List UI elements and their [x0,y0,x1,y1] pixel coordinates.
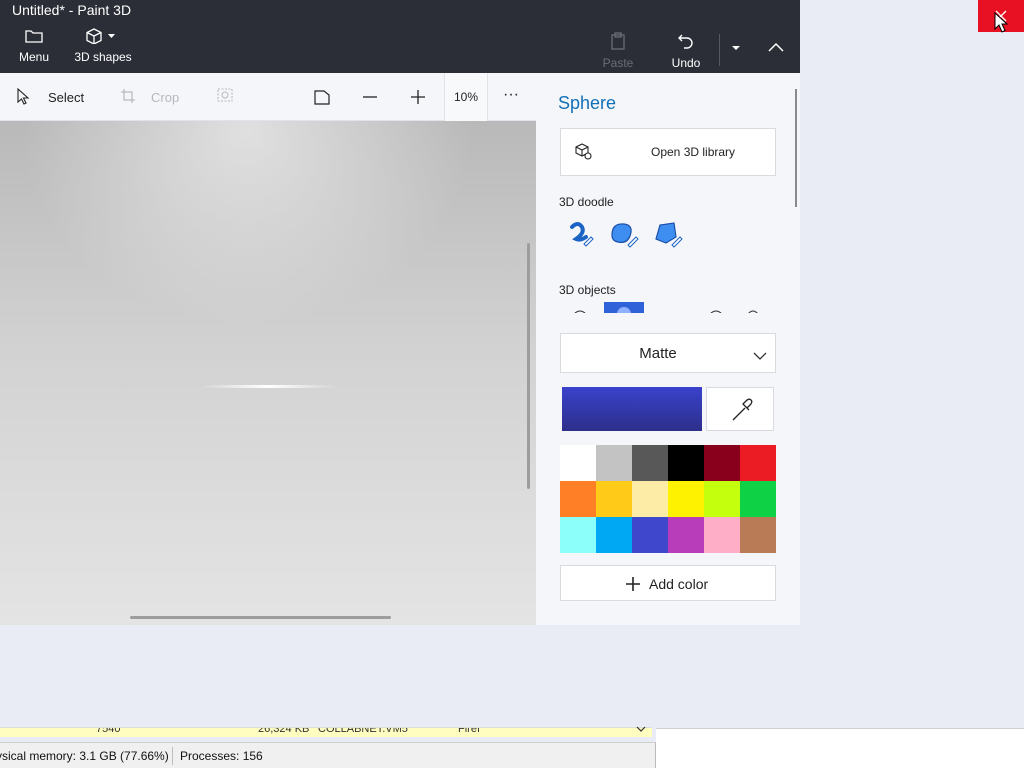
menu-button[interactable]: Menu [10,28,58,64]
panel-title: Sphere [558,93,617,113]
color-swatch[interactable] [560,481,596,517]
color-swatch[interactable] [632,517,668,553]
color-swatch[interactable] [740,445,776,481]
color-swatch[interactable] [560,517,596,553]
process-name: Firef [458,727,480,735]
chevron-down-icon [108,34,115,38]
shape-side-panel: Sphere Open 3D library 3D doodle 3D obje… [536,73,800,625]
crop-icon [120,88,136,107]
crop-button[interactable]: Crop [151,90,179,105]
color-swatch[interactable] [596,445,632,481]
view-3d-icon[interactable] [313,88,331,109]
sharp-edge-doodle-icon[interactable] [566,219,596,254]
color-swatch[interactable] [596,481,632,517]
color-swatch[interactable] [632,445,668,481]
clipboard-icon [610,32,626,53]
history-dropdown-button[interactable] [728,40,744,56]
color-swatch[interactable] [632,481,668,517]
canvas-toolbar: Select Crop 10% ··· [0,73,536,121]
magic-select-icon[interactable] [217,88,235,107]
process-user: COLLABNET.VM5 [318,727,408,735]
toolbar-divider [719,34,720,66]
3d-shapes-label: 3D shapes [74,50,132,64]
select-button[interactable]: Select [48,90,84,105]
eyedropper-button[interactable] [706,387,774,431]
folder-icon [25,30,43,47]
3d-library-icon [575,143,593,166]
mouse-cursor-icon [994,11,1009,39]
tube-doodle-icon[interactable] [652,219,684,254]
chevron-down-icon [753,348,767,366]
process-memory: 26,324 KB [258,727,310,735]
color-swatch[interactable] [740,481,776,517]
color-swatch[interactable] [596,517,632,553]
canvas-horizontal-scrollbar[interactable] [130,616,391,619]
color-swatch[interactable] [704,481,740,517]
color-swatch[interactable] [668,481,704,517]
paste-button[interactable]: Paste [598,32,638,70]
cube-icon [86,28,120,47]
scroll-down-arrow-icon[interactable] [636,726,646,737]
zoom-in-icon[interactable] [410,88,426,109]
more-options-button[interactable]: ··· [503,86,519,104]
open-3d-library-label: Open 3D library [651,145,736,159]
add-color-label: Add color [649,576,709,592]
zoom-level[interactable]: 10% [444,73,488,121]
select-arrow-icon [16,87,30,109]
chevron-down-icon [732,46,740,50]
panel-scrollbar[interactable] [795,89,797,207]
soft-edge-doodle-icon[interactable] [608,219,640,254]
finish-dropdown[interactable]: Matte [560,333,776,373]
collapse-toolbar-button[interactable] [766,40,786,56]
3d-shapes-button[interactable]: 3D shapes [70,28,136,64]
background-window [656,728,1024,768]
process-pid: 7540 [96,727,121,735]
drawing-canvas[interactable] [0,121,536,625]
3d-objects-strip[interactable] [560,301,776,313]
zoom-out-icon[interactable] [362,88,378,109]
processes-status: Processes: 156 [180,749,263,763]
color-swatch[interactable] [704,517,740,553]
color-swatch[interactable] [704,445,740,481]
canvas-vertical-scrollbar[interactable] [527,243,530,489]
status-separator [172,747,173,765]
finish-selected-value: Matte [639,345,677,362]
color-swatch[interactable] [668,517,704,553]
process-list-row[interactable]: 7540 26,324 KB COLLABNET.VM5 Firef [0,727,652,737]
undo-label: Undo [671,56,701,70]
paste-label: Paste [602,56,634,70]
undo-icon [677,34,695,53]
physical-memory-status: ysical memory: 3.1 GB (77.66%) [0,749,169,763]
chevron-up-icon [768,42,784,52]
task-manager-status-bar: ysical memory: 3.1 GB (77.66%) Processes… [0,742,656,768]
3d-doodle-heading: 3D doodle [559,195,614,209]
undo-button[interactable]: Undo [664,32,708,70]
window-title: Untitled* - Paint 3D [12,2,132,18]
sphere-highlight [200,385,336,388]
app-bar: Untitled* - Paint 3D Menu 3D shapes Past… [0,0,800,73]
add-color-button[interactable]: Add color [560,565,776,601]
eyedropper-icon [732,398,753,421]
color-swatch[interactable] [740,517,776,553]
color-palette [560,445,776,553]
open-3d-library-button[interactable]: Open 3D library [560,128,776,176]
3d-objects-heading: 3D objects [559,283,616,297]
color-swatch[interactable] [560,445,596,481]
menu-label: Menu [18,50,50,64]
color-swatch[interactable] [668,445,704,481]
current-color-swatch[interactable] [562,387,702,431]
plus-icon [625,576,641,597]
